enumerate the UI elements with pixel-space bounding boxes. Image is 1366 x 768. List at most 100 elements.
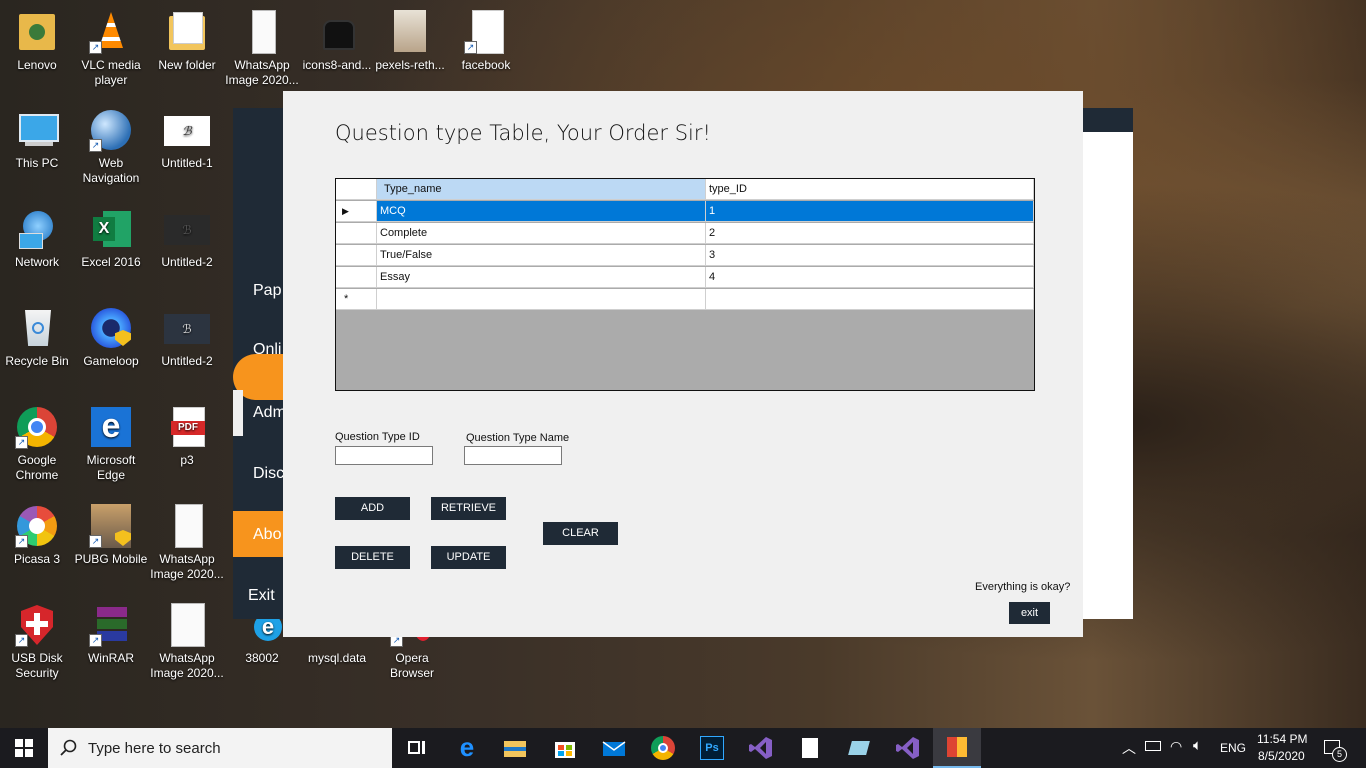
desktop-icon-excel[interactable]: X Excel 2016 [74, 207, 148, 270]
desktop-icon-whatsapp-image-1[interactable]: WhatsApp Image 2020... [225, 10, 299, 88]
row-header[interactable] [336, 245, 377, 266]
shortcut-arrow-icon: ↗ [15, 634, 28, 647]
cell-type-id[interactable]: 4 [706, 267, 1034, 288]
desktop-icon-whatsapp-image-2[interactable]: WhatsApp Image 2020... [150, 504, 224, 582]
desktop-icon-web-navigation[interactable]: ↗ Web Navigation [74, 108, 148, 186]
desktop-icon-pubg[interactable]: ↗ PUBG Mobile [74, 504, 148, 567]
cell-type-name[interactable]: Essay [377, 267, 706, 288]
desktop-icon-this-pc[interactable]: This PC [0, 108, 74, 171]
language-indicator[interactable]: ENG [1220, 741, 1246, 755]
active-app-highlight[interactable] [933, 728, 981, 768]
cell-type-id[interactable]: 3 [706, 245, 1034, 266]
desktop-icon-picasa[interactable]: ↗ Picasa 3 [0, 504, 74, 567]
desktop-icon-label: Network [14, 255, 59, 269]
recycle-bin-icon [15, 306, 59, 350]
battery-icon[interactable] [1145, 740, 1161, 754]
photoshop-icon[interactable]: Ps [700, 736, 724, 760]
table-row[interactable]: Essay 4 [336, 267, 1034, 289]
update-button[interactable]: UPDATE [431, 546, 506, 569]
sidebar-item-about[interactable]: Abo [253, 526, 281, 544]
desktop-icon-new-folder[interactable]: New folder [150, 10, 224, 73]
desktop-icon-label: Picasa 3 [13, 552, 61, 566]
task-view-icon[interactable] [404, 736, 428, 760]
row-header[interactable] [336, 223, 377, 244]
cell-type-name[interactable]: True/False [377, 245, 706, 266]
desktop-icon-untitled-1[interactable]: ℬ Untitled-1 [150, 108, 224, 171]
mail-icon[interactable] [602, 736, 626, 760]
notepad-icon[interactable] [847, 736, 871, 760]
android-icon [315, 10, 359, 54]
desktop-icon-p3[interactable]: PDF p3 [150, 405, 224, 468]
desktop-icon-winrar[interactable]: ↗ WinRAR [74, 603, 148, 666]
desktop-icon-label: Google Chrome [15, 453, 59, 482]
shortcut-arrow-icon: ↗ [464, 41, 477, 54]
desktop-icon-label: pexels-reth... [375, 58, 445, 72]
blank-document-icon[interactable] [798, 736, 822, 760]
cell-type-id[interactable] [706, 289, 1034, 310]
image-thumbnail-icon: ℬ [164, 306, 210, 350]
desktop-icon-icons8[interactable]: icons8-and... [300, 10, 374, 73]
edge-taskbar-icon[interactable]: e [455, 734, 479, 760]
desktop-icon-network[interactable]: Network [0, 207, 74, 270]
type-name-input[interactable] [464, 446, 562, 465]
start-button[interactable] [0, 728, 48, 768]
delete-button[interactable]: DELETE [335, 546, 410, 569]
sidebar-item-exit[interactable]: Exit [248, 587, 275, 605]
visual-studio-icon[interactable] [749, 736, 773, 760]
clock-date[interactable]: 8/5/2020 [1258, 749, 1305, 763]
desktop-icon-pexels[interactable]: pexels-reth... [373, 10, 447, 73]
desktop-icon-usb-disk-security[interactable]: ↗ USB Disk Security [0, 603, 74, 681]
taskbar-search-box[interactable]: Type here to search [48, 728, 392, 768]
table-row[interactable]: Complete 2 [336, 223, 1034, 245]
desktop-icon-whatsapp-image-3[interactable]: WhatsApp Image 2020... [150, 603, 224, 681]
desktop-icon-recycle-bin[interactable]: Recycle Bin [0, 306, 74, 369]
visual-studio-icon-2[interactable] [896, 736, 920, 760]
desktop-icon-untitled-2a[interactable]: ℬ Untitled-2 [150, 207, 224, 270]
volume-icon[interactable]: 🔈︎ [1193, 737, 1202, 754]
new-row[interactable]: * [336, 289, 1034, 311]
clear-button[interactable]: CLEAR [543, 522, 618, 545]
file-explorer-icon[interactable] [503, 736, 527, 760]
desktop-icon-google-chrome[interactable]: ↗ Google Chrome [0, 405, 74, 483]
sidebar-item-online[interactable]: Onli [253, 341, 281, 359]
sidebar-item-admin[interactable]: Adm [253, 404, 286, 422]
network-globe-icon [15, 207, 59, 251]
wifi-icon[interactable]: ◠ [1170, 738, 1182, 755]
cell-type-id[interactable]: 1 [706, 201, 1034, 222]
cell-type-id[interactable]: 2 [706, 223, 1034, 244]
table-row[interactable]: True/False 3 [336, 245, 1034, 267]
column-header-type-name[interactable]: Type_name [377, 179, 706, 200]
type-id-input[interactable] [335, 446, 433, 465]
exit-button[interactable]: exit [1009, 602, 1050, 624]
background-app-content [1083, 132, 1133, 619]
notification-center-button[interactable]: 5 [1320, 736, 1347, 762]
clock-time[interactable]: 11:54 PM [1257, 732, 1307, 746]
question-type-grid[interactable]: Type_name type_ID ▶ MCQ 1 Complete 2 Tru… [335, 178, 1035, 391]
new-row-header[interactable]: * [336, 289, 377, 310]
show-hidden-icons-chevron-icon[interactable]: ︿ [1122, 738, 1136, 758]
add-button[interactable]: ADD [335, 497, 410, 520]
column-header-type-id[interactable]: type_ID [706, 179, 1034, 200]
row-header[interactable]: ▶ [336, 201, 377, 222]
cell-type-name[interactable] [377, 289, 706, 310]
chrome-taskbar-icon[interactable] [651, 736, 675, 760]
sidebar-item-pap[interactable]: Pap [253, 282, 281, 300]
winrar-books-icon: ↗ [89, 603, 133, 647]
status-text: Everything is okay? [975, 581, 1071, 593]
cell-type-name[interactable]: Complete [377, 223, 706, 244]
desktop-icon-lenovo[interactable]: Lenovo [0, 10, 74, 73]
folder-icon [165, 10, 209, 54]
desktop-icon-untitled-2b[interactable]: ℬ Untitled-2 [150, 306, 224, 369]
retrieve-button[interactable]: RETRIEVE [431, 497, 506, 520]
cell-type-name[interactable]: MCQ [377, 201, 706, 222]
desktop-icon-vlc[interactable]: ↗ VLC media player [74, 10, 148, 88]
table-row[interactable]: ▶ MCQ 1 [336, 201, 1034, 223]
desktop-icon-microsoft-edge[interactable]: e Microsoft Edge [74, 405, 148, 483]
sidebar-item-disc[interactable]: Disc [253, 465, 284, 483]
desktop-icon-gameloop[interactable]: Gameloop [74, 306, 148, 369]
search-placeholder: Type here to search [88, 740, 221, 757]
desktop-icon-facebook[interactable]: ↗ facebook [449, 10, 523, 73]
row-header[interactable] [336, 267, 377, 288]
store-icon[interactable] [553, 736, 577, 760]
desktop-icon-label: Excel 2016 [81, 255, 141, 269]
